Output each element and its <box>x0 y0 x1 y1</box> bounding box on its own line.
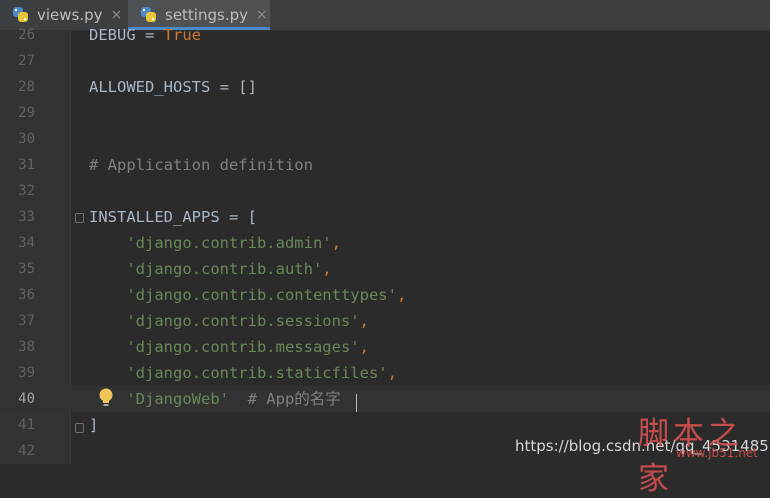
code-token: , <box>359 338 369 356</box>
line-number: 30 <box>18 131 35 147</box>
line-number: 38 <box>18 339 35 355</box>
code-token: , <box>396 286 407 304</box>
code-token: 'django.contrib.auth' <box>89 260 323 278</box>
code-line[interactable]: 31 # Application definition <box>0 152 770 178</box>
code-token: # Application definition <box>89 156 313 174</box>
lightbulb-icon[interactable] <box>97 387 115 409</box>
fold-marker-icon[interactable] <box>75 423 84 433</box>
code-line[interactable]: 28 ALLOWED_HOSTS = [] <box>0 74 770 100</box>
code-line[interactable]: 30 <box>0 126 770 152</box>
code-line[interactable]: 32 <box>0 178 770 204</box>
line-number: 35 <box>18 261 35 277</box>
code-text: ] <box>89 412 98 438</box>
code-text: DEBUG = True <box>89 22 201 48</box>
line-number: 40 <box>18 391 35 407</box>
close-icon[interactable]: × <box>111 7 123 23</box>
code-line[interactable]: 38 'django.contrib.messages', <box>0 334 770 360</box>
code-token: DEBUG = <box>89 26 164 44</box>
code-text: 'django.contrib.messages', <box>89 334 369 360</box>
code-token: 'django.contrib.messages' <box>89 338 360 356</box>
code-token: # App的名字 <box>228 390 341 408</box>
line-number: 42 <box>18 443 35 459</box>
code-text: ALLOWED_HOSTS = [] <box>89 74 257 100</box>
code-line[interactable]: 27 <box>0 48 770 74</box>
code-text: # Application definition <box>89 152 313 178</box>
code-line[interactable]: 29 <box>0 100 770 126</box>
line-number: 39 <box>18 365 35 381</box>
code-token: , <box>387 364 397 382</box>
code-text: 'django.contrib.admin', <box>89 230 341 256</box>
code-text: INSTALLED_APPS = [ <box>89 204 257 230</box>
code-token: ALLOWED_HOSTS = [] <box>89 78 257 96</box>
code-text: 'django.contrib.staticfiles', <box>89 360 397 386</box>
line-number: 34 <box>18 235 35 251</box>
watermark-logo-sub: www.jb51.net <box>676 446 758 460</box>
code-token: True <box>163 26 201 44</box>
code-line[interactable]: 35 'django.contrib.auth', <box>0 256 770 282</box>
line-number: 28 <box>18 79 35 95</box>
code-line[interactable]: 26 DEBUG = True <box>0 22 770 48</box>
code-token: ] <box>89 416 99 434</box>
line-number: 31 <box>18 157 35 173</box>
code-token: INSTALLED_APPS = [ <box>89 208 257 226</box>
line-number: 27 <box>18 53 35 69</box>
line-number: 33 <box>18 209 35 225</box>
code-line[interactable]: 33 INSTALLED_APPS = [ <box>0 204 770 230</box>
code-token: 'django.contrib.admin' <box>89 234 332 252</box>
code-token: , <box>331 234 341 252</box>
line-number: 37 <box>18 313 35 329</box>
code-line[interactable]: 36 'django.contrib.contenttypes', <box>0 282 770 308</box>
fold-marker-icon[interactable] <box>75 213 84 223</box>
code-text: 'DjangoWeb' # App的名字 <box>89 386 341 412</box>
code-line[interactable]: 37 'django.contrib.sessions', <box>0 308 770 334</box>
line-number: 26 <box>18 27 35 43</box>
code-token: 'django.contrib.contenttypes' <box>89 286 397 304</box>
code-token: 'django.contrib.sessions' <box>89 312 360 330</box>
code-text: 'django.contrib.sessions', <box>89 308 369 334</box>
close-icon[interactable]: × <box>256 7 268 23</box>
code-token: , <box>359 312 369 330</box>
code-line[interactable]: 39 'django.contrib.staticfiles', <box>0 360 770 386</box>
code-token: 'django.contrib.staticfiles' <box>89 364 388 382</box>
code-text: 'django.contrib.contenttypes', <box>89 282 406 308</box>
text-cursor <box>356 394 357 412</box>
line-number: 36 <box>18 287 35 303</box>
code-text: 'django.contrib.auth', <box>89 256 332 282</box>
line-number: 41 <box>18 417 35 433</box>
line-number: 32 <box>18 183 35 199</box>
line-number: 29 <box>18 105 35 121</box>
code-token: , <box>322 260 332 278</box>
code-line[interactable]: 34 'django.contrib.admin', <box>0 230 770 256</box>
